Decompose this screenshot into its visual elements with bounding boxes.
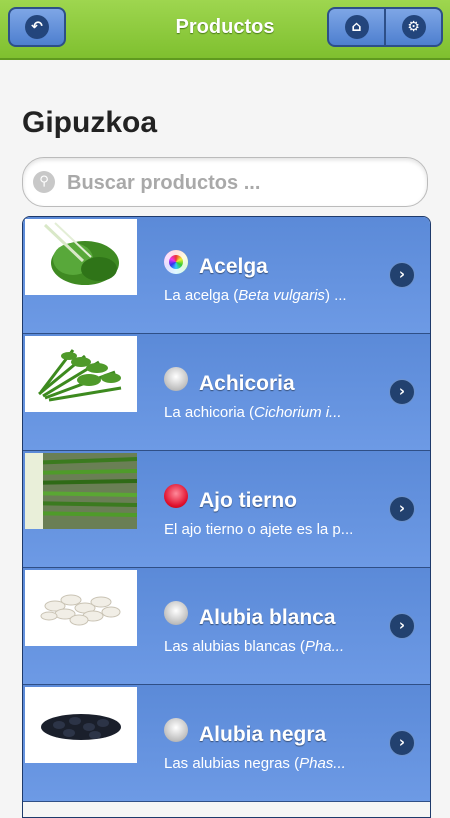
- product-item[interactable]: Alubia negra Las alubias negras (Phas... ›: [23, 685, 430, 802]
- desc-text: El ajo tierno o ajete es la p...: [164, 521, 354, 538]
- header-button-group: ⌂ ⚙: [327, 7, 443, 47]
- settings-button[interactable]: ⚙: [384, 9, 441, 45]
- desc-text: Las alubias negras (: [164, 755, 300, 772]
- desc-scientific-name: Pha...: [304, 638, 345, 655]
- desc-scientific-name: Cichorium i...: [254, 404, 342, 421]
- product-description: La achicoria (Cichorium i...: [164, 404, 367, 421]
- product-thumbnail: [25, 453, 137, 529]
- product-thumbnail: [25, 336, 137, 412]
- status-icon: [164, 367, 188, 391]
- product-description: La acelga (Beta vulgaris) ...: [164, 287, 367, 304]
- product-list: Acelga La acelga (Beta vulgaris) ... › Achi…: [22, 216, 431, 818]
- product-name: Alubia blanca: [199, 606, 336, 629]
- chevron-right-icon[interactable]: ›: [389, 730, 415, 756]
- product-name: Alubia negra: [199, 723, 327, 746]
- product-thumbnail: [25, 687, 137, 763]
- home-button[interactable]: ⌂: [329, 9, 384, 45]
- product-item[interactable]: Achicoria La achicoria (Cichorium i... ›: [23, 334, 430, 451]
- desc-text: La acelga (: [164, 287, 239, 304]
- product-description: Las alubias blancas (Pha...: [164, 638, 367, 655]
- product-thumbnail: [25, 219, 137, 295]
- search-box: ⚲: [22, 157, 428, 207]
- status-icon: [164, 250, 188, 274]
- product-item[interactable]: Acelga La acelga (Beta vulgaris) ... ›: [23, 217, 430, 334]
- page-title: Gipuzkoa: [22, 106, 158, 139]
- search-icon: ⚲: [33, 171, 55, 193]
- gear-icon: ⚙: [401, 15, 426, 39]
- product-name: Acelga: [199, 255, 268, 278]
- search-input[interactable]: [65, 166, 419, 200]
- product-thumbnail: [25, 570, 137, 646]
- desc-text-end: ) ...: [324, 287, 347, 304]
- status-icon: [164, 601, 188, 625]
- product-name: Ajo tierno: [199, 489, 297, 512]
- home-icon: ⌂: [344, 15, 369, 39]
- chevron-right-icon[interactable]: ›: [389, 496, 415, 522]
- desc-scientific-name: Beta vulgaris: [238, 287, 325, 304]
- product-item[interactable]: Ajo tierno El ajo tierno o ajete es la p.…: [23, 451, 430, 568]
- product-item[interactable]: Alubia blanca Las alubias blancas (Pha...…: [23, 568, 430, 685]
- top-bar: ↶ Productos ⌂ ⚙: [0, 0, 450, 60]
- desc-text: Las alubias blancas (: [164, 638, 305, 655]
- product-description: Las alubias negras (Phas...: [164, 755, 367, 772]
- desc-text: La achicoria (: [164, 404, 255, 421]
- product-description: El ajo tierno o ajete es la p...: [164, 521, 367, 538]
- chevron-right-icon[interactable]: ›: [389, 262, 415, 288]
- desc-scientific-name: Phas...: [299, 755, 346, 772]
- chevron-right-icon[interactable]: ›: [389, 613, 415, 639]
- chevron-right-icon[interactable]: ›: [389, 379, 415, 405]
- product-name: Achicoria: [199, 372, 295, 395]
- status-icon: [164, 484, 188, 508]
- status-icon: [164, 718, 188, 742]
